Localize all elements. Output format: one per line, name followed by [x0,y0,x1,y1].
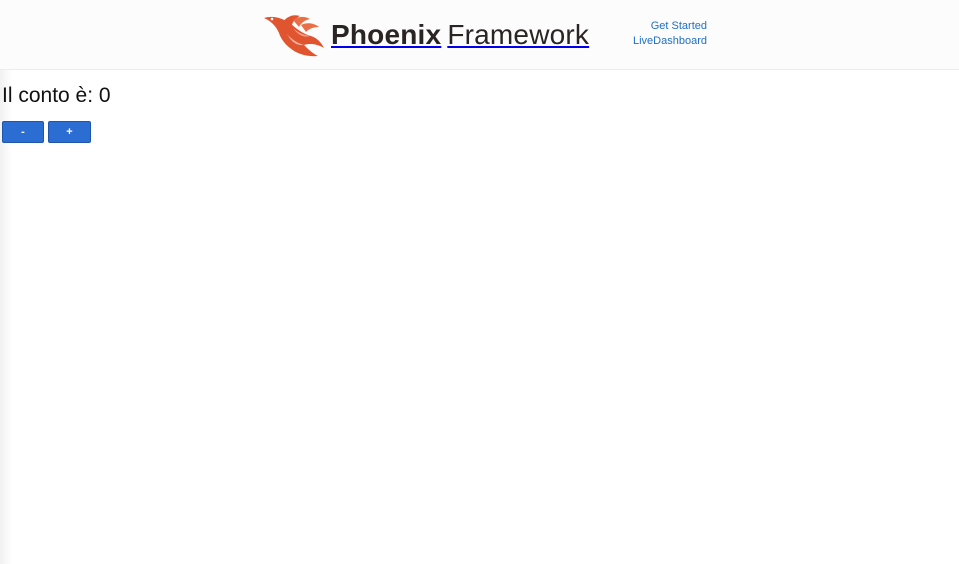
phoenix-bird-icon [264,15,324,57]
counter-title: Il conto è: 0 [2,84,111,107]
logo-brand-bold: Phoenix [331,19,442,50]
site-header: Phoenix Framework Get Started LiveDashboa… [0,0,959,70]
logo-brand-light: Framework [447,19,590,50]
nav-link-get-started[interactable]: Get Started [633,19,707,34]
header-nav: Get Started LiveDashboard [633,19,707,49]
nav-link-livedashboard[interactable]: LiveDashboard [633,34,707,49]
page-edge-shadow [0,70,12,564]
decrement-button[interactable]: - [2,121,44,143]
page: Phoenix Framework Get Started LiveDashboa… [0,0,959,564]
increment-button[interactable]: + [48,121,91,143]
phoenix-logo[interactable]: Phoenix Framework [263,12,589,58]
logo-wordmark: Phoenix Framework [331,19,589,51]
